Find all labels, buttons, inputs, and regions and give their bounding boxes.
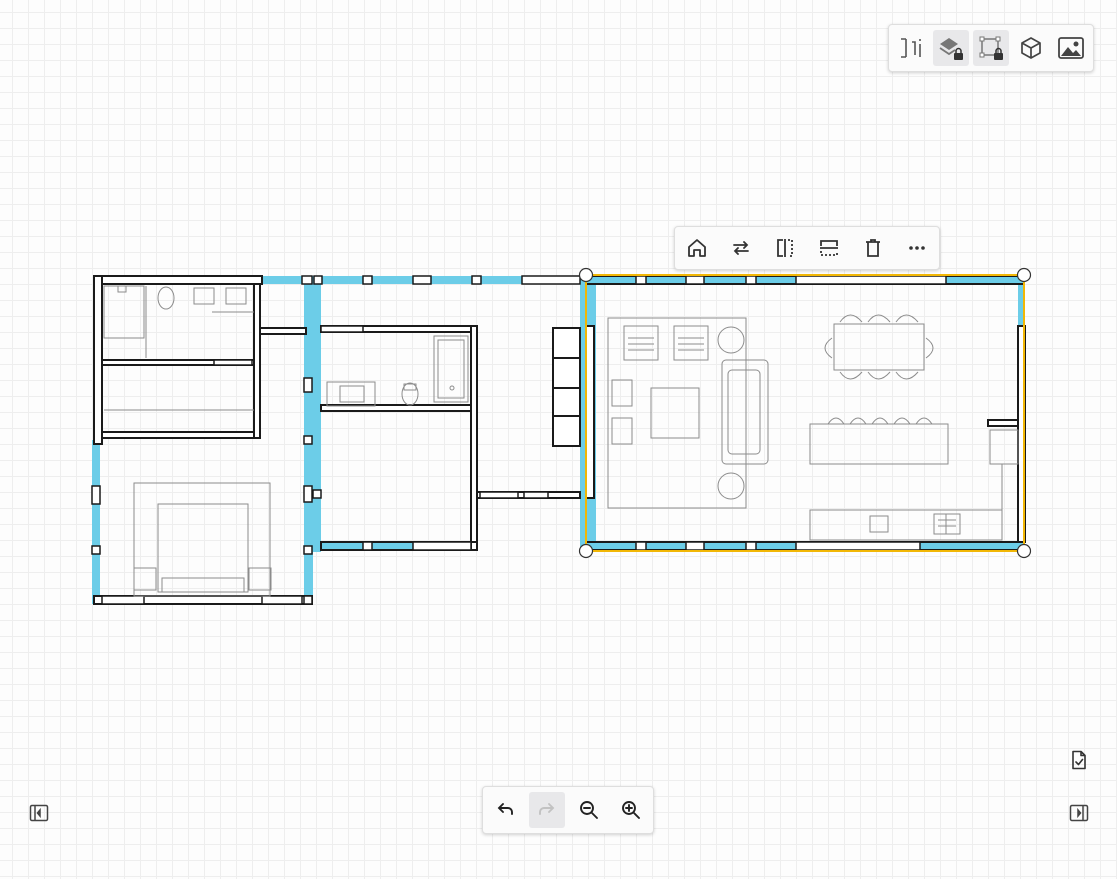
dimensions-icon (901, 38, 921, 58)
home-button[interactable] (679, 230, 715, 266)
more-icon (909, 246, 925, 250)
floor-plan-canvas[interactable] (0, 0, 1117, 879)
flip-vertical-button[interactable] (811, 230, 847, 266)
delete-button[interactable] (855, 230, 891, 266)
history-zoom-toolbar (482, 786, 654, 834)
home-icon (688, 239, 706, 257)
flip-horizontal-button[interactable] (767, 230, 803, 266)
redo-icon (539, 803, 555, 815)
flip-vertical-icon (820, 240, 838, 256)
swap-button[interactable] (723, 230, 759, 266)
checklist-button[interactable] (1067, 748, 1091, 772)
selection-handle-top-left (578, 267, 594, 283)
wall-openings[interactable] (91, 275, 947, 605)
undo-button[interactable] (487, 792, 523, 828)
image-button[interactable] (1053, 30, 1089, 66)
selection-handle-bottom-left (578, 543, 594, 559)
image-icon (1058, 37, 1084, 59)
undo-icon (497, 803, 513, 815)
right-panel-toggle-button[interactable] (1067, 801, 1091, 825)
zoom-out-button[interactable] (571, 792, 607, 828)
redo-button[interactable] (529, 792, 565, 828)
layers-lock-icon (939, 38, 963, 60)
checklist-icon (1072, 750, 1086, 770)
selection-handle-bottom-right (1016, 543, 1032, 559)
left-panel-toggle-button[interactable] (27, 801, 51, 825)
view-toolbar (888, 24, 1094, 72)
3d-view-button[interactable] (1013, 30, 1049, 66)
more-options-button[interactable] (899, 230, 935, 266)
walls[interactable] (93, 275, 1026, 605)
room-outline-lock-icon (979, 36, 1003, 60)
zoom-in-button[interactable] (613, 792, 649, 828)
selection-context-toolbar (674, 226, 940, 270)
flip-horizontal-icon (777, 239, 793, 257)
layers-lock-button[interactable] (933, 30, 969, 66)
trash-icon (866, 239, 880, 257)
3d-view-icon (1021, 37, 1041, 59)
right-panel-toggle-icon (1069, 804, 1089, 822)
zoom-in-icon (622, 801, 640, 819)
swap-arrows-icon (733, 241, 749, 255)
dimensions-button[interactable] (893, 30, 929, 66)
left-panel-toggle-icon (29, 804, 49, 822)
selection-handle-top-right (1016, 267, 1032, 283)
zoom-out-icon (580, 801, 598, 819)
room-selection[interactable] (578, 267, 1032, 559)
room-outline-lock-button[interactable] (973, 30, 1009, 66)
